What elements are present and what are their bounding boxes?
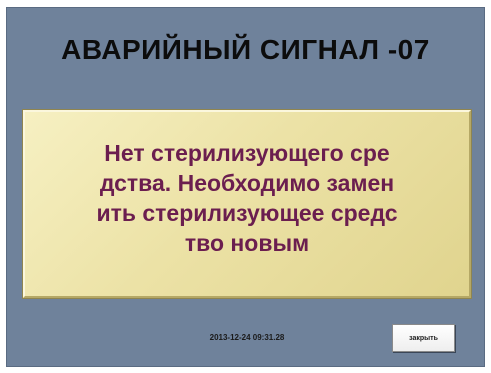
alarm-message: Нет стерилизующего сре дства. Необходимо… — [33, 138, 461, 258]
alarm-message-line: тво новым — [184, 230, 310, 256]
alarm-timestamp: 2013-12-24 09:31.28 — [209, 333, 285, 342]
alarm-message-panel: Нет стерилизующего сре дства. Необходимо… — [23, 110, 471, 298]
alarm-message-line: дства. Необходимо замен — [99, 170, 395, 196]
alarm-message-line: ить стерилизующее средс — [96, 200, 398, 226]
alarm-screen: АВАРИЙНЫЙ СИГНАЛ -07 Нет стерилизующего … — [6, 7, 485, 367]
alarm-message-line: Нет стерилизующего сре — [104, 140, 390, 166]
close-button[interactable]: закрыть — [392, 324, 455, 352]
alarm-title: АВАРИЙНЫЙ СИГНАЛ -07 — [61, 34, 430, 65]
